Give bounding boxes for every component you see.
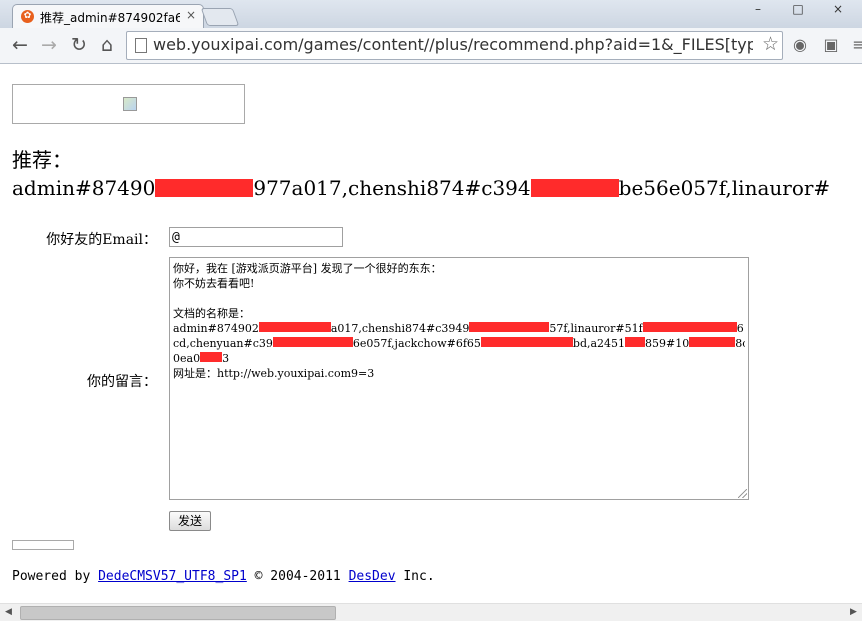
banner-image-frame — [12, 84, 245, 124]
star-icon[interactable]: ☆ — [762, 33, 779, 55]
site-favicon-icon: ✿ — [21, 10, 34, 23]
message-line: 0ea0 3 — [173, 352, 230, 365]
message-line: 文档的名称是： — [173, 307, 250, 320]
message-line: 你好，我在 [游戏派页游平台] 发现了一个很好的东东： — [173, 262, 442, 275]
tab-close-icon[interactable]: × — [186, 8, 196, 22]
browser-tab[interactable]: ✿ 推荐_admin#874902fa6( × — [12, 4, 204, 29]
message-line: 你不妨去看看吧! — [173, 277, 255, 290]
redaction-mark — [480, 337, 573, 347]
message-line: 网址是：http://web.youxipai.com9=3 — [173, 367, 375, 380]
dedecms-link[interactable]: DedeCMSV57_UTF8_SP1 — [98, 569, 247, 584]
scrollbar-thumb[interactable] — [20, 606, 336, 620]
empty-image-frame — [12, 540, 74, 550]
redaction-mark — [642, 322, 737, 332]
resize-grip-icon[interactable] — [738, 489, 747, 498]
menu-icon[interactable]: ≡ — [849, 35, 862, 55]
title-segment: 977a017,chenshi874#c394 — [253, 176, 531, 200]
redaction-mark — [625, 337, 646, 347]
footer: Powered by DedeCMSV57_UTF8_SP1 © 2004-20… — [12, 569, 435, 584]
broken-image-icon — [123, 97, 137, 111]
extension-icon[interactable]: ▣ — [821, 35, 841, 55]
page-title: 推荐： — [12, 148, 72, 172]
redaction-mark — [530, 179, 619, 197]
recommend-title-values: admin#87490 977a017,chenshi874#c394 be56e0… — [12, 174, 830, 202]
email-label: 你好友的Email： — [46, 232, 157, 248]
new-tab-button[interactable] — [200, 8, 240, 26]
minimize-button[interactable]: – — [738, 0, 778, 18]
send-button[interactable]: 发送 — [169, 511, 211, 531]
title-segment: admin#87490 — [12, 176, 156, 200]
scroll-left-icon[interactable]: ◀ — [5, 607, 12, 617]
url-text: web.youxipai.com/games/content//plus/rec… — [153, 35, 753, 54]
page-icon — [135, 38, 147, 53]
forward-arrow-icon[interactable]: → — [38, 34, 60, 56]
redaction-mark — [258, 322, 331, 332]
redaction-mark — [155, 179, 254, 197]
title-segment: be56e057f,linauror# — [618, 176, 831, 200]
message-line: cd,chenyuan#c39 6e057f,jackchow#6f65 bd,a2… — [173, 337, 745, 350]
globe-icon[interactable]: ◉ — [790, 35, 810, 55]
home-icon[interactable]: ⌂ — [96, 34, 118, 56]
close-window-button[interactable]: × — [818, 0, 858, 18]
redaction-mark — [272, 337, 353, 347]
scroll-right-icon[interactable]: ▶ — [850, 607, 857, 617]
message-textarea[interactable]: 你好，我在 [游戏派页游平台] 发现了一个很好的东东： 你不妨去看看吧! 文档的… — [169, 257, 749, 500]
horizontal-scrollbar[interactable]: ◀ ▶ — [0, 603, 862, 621]
reload-icon[interactable]: ↻ — [68, 34, 90, 56]
browser-toolbar: ← → ↻ ⌂ web.youxipai.com/games/content//… — [0, 28, 862, 64]
message-label: 你的留言： — [87, 374, 157, 390]
desdev-link[interactable]: DesDev — [349, 569, 396, 584]
message-line: admin#874902 a017,chenshi874#c3949 57f,lin… — [173, 322, 744, 335]
message-line — [173, 291, 745, 306]
redaction-mark — [469, 322, 550, 332]
friend-email-input[interactable] — [169, 227, 343, 247]
tab-strip: ✿ 推荐_admin#874902fa6( × – □ × — [0, 0, 862, 29]
address-bar[interactable]: web.youxipai.com/games/content//plus/rec… — [126, 31, 783, 60]
maximize-button[interactable]: □ — [778, 0, 818, 18]
redaction-mark — [689, 337, 736, 347]
back-arrow-icon[interactable]: ← — [9, 34, 31, 56]
tab-title: 推荐_admin#874902fa6( — [40, 11, 180, 25]
redaction-mark — [200, 352, 223, 362]
